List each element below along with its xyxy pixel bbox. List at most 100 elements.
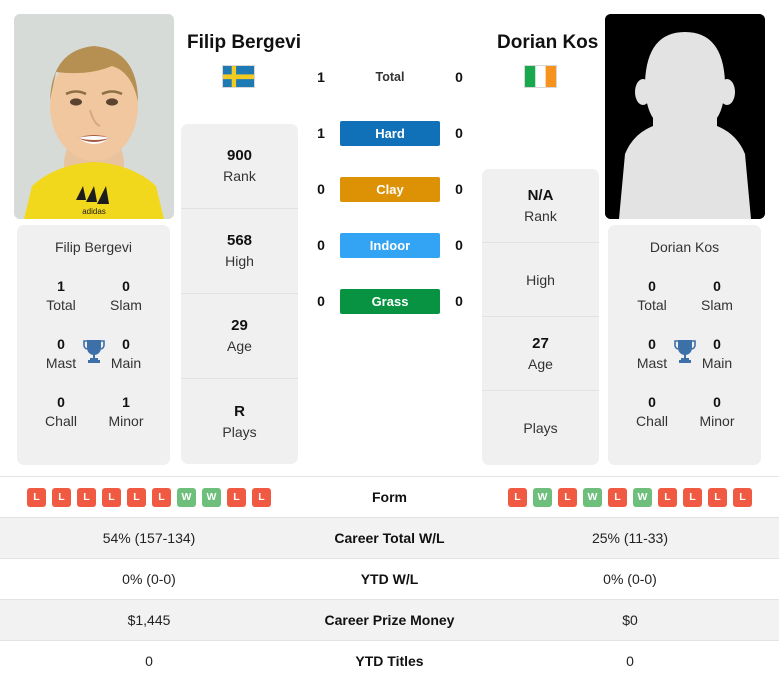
table-row-label: YTD Titles [355,653,424,669]
form-badge-l: L [733,487,752,507]
table-row-ytd-titles: 0 YTD Titles 0 [0,640,779,681]
surface-count-left: 0 [317,237,325,253]
titles-label: Slam [110,297,142,313]
titles-label: Total [637,297,667,313]
surface-row-hard: 1 Hard 0 [310,116,470,150]
form-badge-l: L [608,487,627,507]
stat-high-right: High [482,243,599,317]
table-cell-right: 25% (11-33) [591,530,668,546]
surface-row-total: 1 Total 0 [310,60,470,94]
titles-label: Chall [636,413,668,429]
titles-value: 0 [648,394,656,410]
titles-row: 0 Mast 0 Main [17,335,170,373]
form-badge-w: W [583,487,602,507]
stat-label: Plays [523,420,558,436]
form-badge-w: W [633,487,652,507]
stat-rank-left: 900 Rank [181,124,298,209]
stat-age-left: 29 Age [181,294,298,379]
form-badge-l: L [227,487,246,507]
surface-count-right: 0 [455,69,463,85]
titles-main-left: 0 Main [100,335,152,373]
titles-row: 0 Total 0 Slam [608,277,761,315]
stat-value: 900 [226,147,253,164]
stat-value: 568 [226,232,253,249]
form-badges-left: LLLLLLWWLL [0,487,298,507]
titles-slam-left: 0 Slam [100,277,152,315]
titles-minor-left: 1 Minor [100,393,152,431]
form-badge-l: L [708,487,727,507]
stat-label: Rank [524,207,557,224]
stat-label: Plays [222,423,257,440]
surface-count-left: 0 [317,293,325,309]
surface-badge-indoor[interactable]: Indoor [340,232,440,258]
titles-label: Slam [701,297,733,313]
surface-label-total: Total [375,69,405,84]
form-badge-w: W [202,487,221,507]
surface-count-right: 0 [455,125,463,141]
comparison-table: LLLLLLWWLL Form LWLWLWLLLL 54% (157-134)… [0,476,779,681]
titles-label: Main [701,355,733,371]
form-badge-l: L [658,487,677,507]
player-name-left: Filip Bergevi [187,32,302,53]
titles-chall-left: 0 Chall [35,393,87,431]
surface-count-left: 0 [317,181,325,197]
titles-value: 1 [57,278,65,294]
titles-mast-left: 0 Mast [35,335,87,373]
titles-minor-right: 0 Minor [691,393,743,431]
titles-value: 0 [122,336,130,352]
titles-slam-right: 0 Slam [691,277,743,315]
player-photo-right[interactable] [605,14,765,219]
surface-badge-clay[interactable]: Clay [340,176,440,202]
stat-label: High [225,253,254,269]
titles-row: 0 Chall 1 Minor [17,393,170,431]
form-badge-l: L [152,487,171,507]
titles-value: 0 [648,278,656,294]
stat-label: Age [528,355,553,372]
player-stats-stack-right: N/A Rank High 27 Age Plays [482,169,599,465]
trophy-icon [81,337,107,365]
svg-text:adidas: adidas [82,207,106,216]
stat-age-right: 27 Age [482,317,599,391]
flag-icon-ireland [524,65,557,88]
stat-value: N/A [527,186,554,204]
titles-value: 0 [122,278,130,294]
titles-panel-name: Dorian Kos [649,239,720,255]
surface-row-indoor: 0 Indoor 0 [310,228,470,262]
titles-total-right: 0 Total [626,277,678,315]
titles-label: Mast [45,355,77,371]
titles-row: 1 Total 0 Slam [17,277,170,315]
titles-row: 0 Chall 0 Minor [608,393,761,431]
table-row-label: YTD W/L [360,571,419,587]
table-row-career-wl: 54% (157-134) Career Total W/L 25% (11-3… [0,517,779,558]
titles-value: 0 [648,336,656,352]
form-badge-l: L [558,487,577,507]
surface-badge-hard[interactable]: Hard [340,120,440,146]
titles-panel-left: Filip Bergevi 1 Total 0 Slam 0 Mast 0 Ma… [17,225,170,465]
titles-label: Total [46,297,76,313]
table-cell-right: 0 [626,653,634,669]
stat-value: 27 [532,334,549,352]
surface-count-right: 0 [455,237,463,253]
titles-total-left: 1 Total [35,277,87,315]
head-to-head-comparison: adidas Filip Bergevi Dorian Kos 1 Total … [0,0,779,699]
surface-count-left: 1 [317,125,325,141]
player-photo-left[interactable]: adidas [14,14,174,219]
titles-row: 0 Mast 0 Main [608,335,761,373]
titles-value: 0 [57,336,65,352]
surface-badge-grass[interactable]: Grass [340,288,440,314]
titles-label: Mast [636,355,668,371]
form-badge-l: L [102,487,121,507]
top-comparison-area: adidas Filip Bergevi Dorian Kos 1 Total … [0,0,779,476]
table-row-ytd-wl: 0% (0-0) YTD W/L 0% (0-0) [0,558,779,599]
table-cell-left: 0% (0-0) [122,571,176,587]
form-badge-l: L [52,487,71,507]
stat-plays-left: R Plays [181,379,298,464]
table-row-form: LLLLLLWWLL Form LWLWLWLLLL [0,476,779,517]
stat-label: High [526,271,555,288]
form-badge-l: L [508,487,527,507]
table-cell-left: 0 [145,653,153,669]
stat-high-left: 568 High [181,209,298,294]
titles-label: Chall [45,413,77,429]
form-badge-l: L [127,487,146,507]
titles-label: Main [110,355,142,371]
